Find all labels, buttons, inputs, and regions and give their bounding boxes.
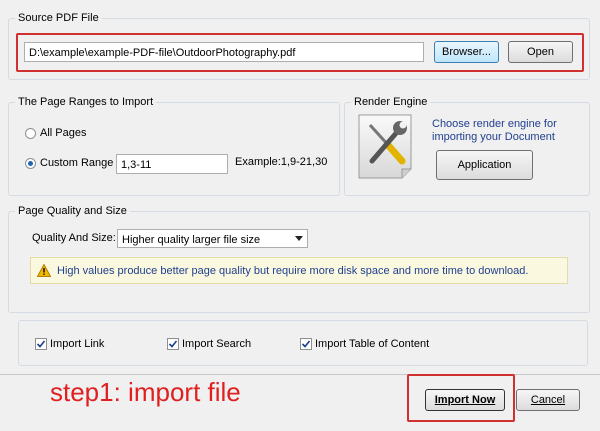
quality-label: Quality And Size:	[32, 232, 116, 244]
tools-icon	[356, 111, 414, 181]
application-button[interactable]: Application	[436, 150, 533, 180]
page-ranges-group: The Page Ranges to Import	[8, 96, 340, 196]
step-annotation: step1: import file	[50, 377, 241, 407]
page-quality-title: Page Quality and Size	[15, 205, 130, 217]
custom-range-radio[interactable]	[25, 158, 36, 169]
source-pdf-title: Source PDF File	[15, 12, 102, 24]
cancel-button[interactable]: Cancel	[516, 389, 580, 411]
quality-notice: High values produce better page quality …	[30, 257, 568, 284]
import-toc-label[interactable]: Import Table of Content	[315, 338, 429, 350]
import-search-checkbox[interactable]	[167, 338, 179, 350]
quality-select-value: Higher quality larger file size	[122, 234, 261, 246]
import-now-button[interactable]: Import Now	[425, 389, 505, 411]
cancel-label: Cancel	[530, 394, 566, 406]
custom-range-label[interactable]: Custom Range	[40, 157, 113, 169]
all-pages-label[interactable]: All Pages	[40, 127, 86, 139]
quality-select[interactable]: Higher quality larger file size	[117, 229, 308, 248]
all-pages-radio[interactable]	[25, 128, 36, 139]
import-toc-checkbox[interactable]	[300, 338, 312, 350]
page-ranges-title: The Page Ranges to Import	[15, 96, 157, 108]
import-link-label[interactable]: Import Link	[50, 338, 104, 350]
import-link-checkbox[interactable]	[35, 338, 47, 350]
custom-range-input[interactable]: 1,3-11	[116, 154, 228, 174]
render-engine-title: Render Engine	[351, 96, 431, 108]
open-button[interactable]: Open	[508, 41, 573, 63]
engine-description: Choose render engine for importing your …	[432, 118, 557, 143]
pdf-path-input[interactable]: D:\example\example-PDF-file\OutdoorPhoto…	[24, 42, 424, 62]
import-now-label: Import Now	[434, 394, 496, 406]
browse-button[interactable]: Browser...	[434, 41, 499, 63]
import-search-label[interactable]: Import Search	[182, 338, 251, 350]
chevron-down-icon	[295, 236, 303, 241]
warning-icon	[36, 263, 52, 280]
range-example-label: Example:1,9-21,30	[235, 156, 328, 168]
quality-notice-text: High values produce better page quality …	[57, 265, 529, 277]
